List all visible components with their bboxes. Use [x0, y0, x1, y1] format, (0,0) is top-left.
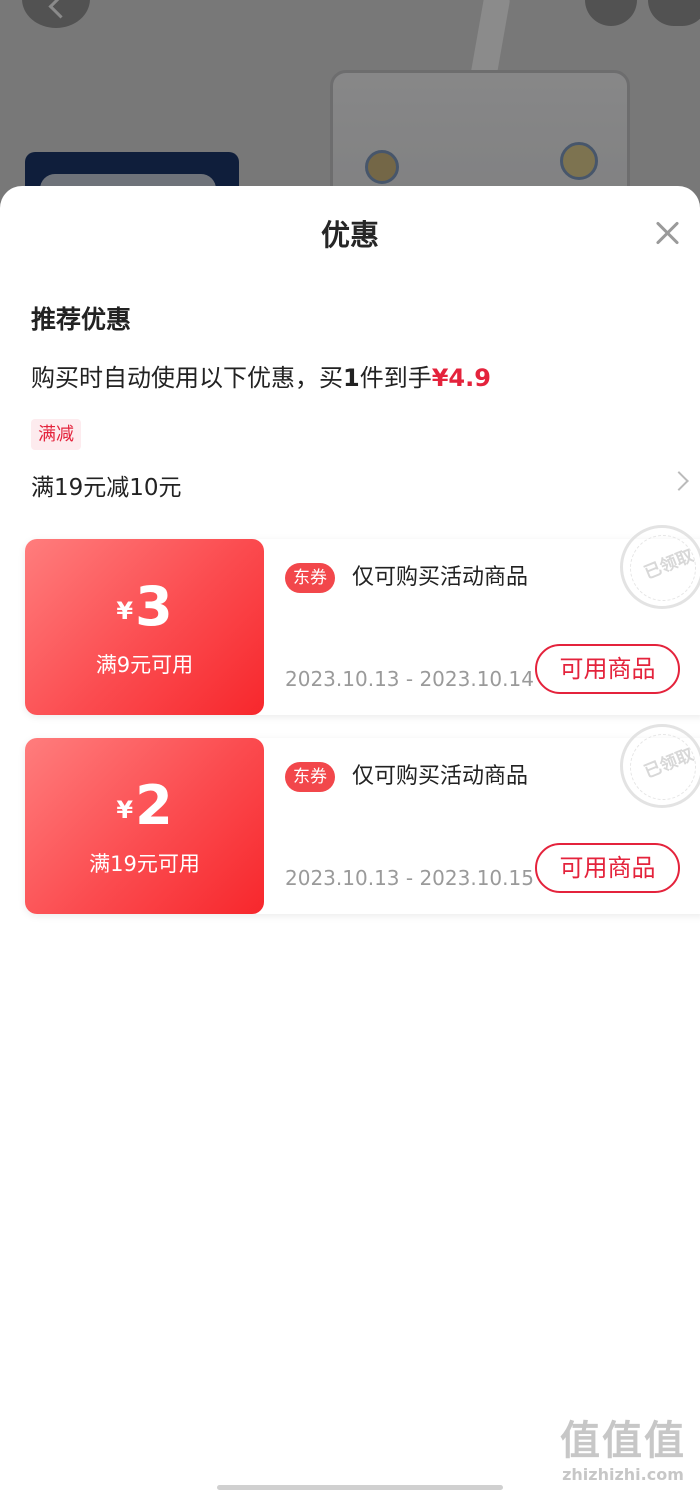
claimed-stamp-text: 已领取 — [641, 744, 697, 783]
auto-apply-qty: 1 — [343, 364, 360, 392]
available-products-button[interactable]: 可用商品 — [535, 843, 680, 893]
coupon-currency: ¥ — [116, 796, 134, 824]
discount-sheet: 优惠 推荐优惠 购买时自动使用以下优惠，买1件到手¥4.9 满减 满19元减10… — [0, 186, 700, 1496]
auto-apply-suffix: 件到手 — [359, 364, 432, 392]
claimed-stamp-icon: 已领取 — [620, 525, 700, 609]
promotion-tag: 满减 — [31, 419, 81, 450]
home-indicator[interactable] — [217, 1485, 503, 1490]
watermark-logo: 值值值 — [560, 1418, 686, 1464]
coupon-amount: ¥2 — [25, 776, 264, 836]
coupon-value-panel: ¥2 满19元可用 — [25, 738, 264, 914]
claimed-stamp-text: 已领取 — [641, 545, 697, 584]
coupon-description: 仅可购买活动商品 — [352, 764, 529, 789]
coupon-currency: ¥ — [116, 597, 134, 625]
chevron-right-icon[interactable] — [669, 471, 689, 491]
sheet-title: 优惠 — [320, 218, 379, 252]
coupon-validity-dates: 2023.10.13 - 2023.10.14 — [285, 667, 534, 691]
promotion-rule[interactable]: 满19元减10元 — [31, 468, 182, 502]
coupon-card[interactable]: ¥2 满19元可用 东券 仅可购买活动商品 2023.10.13 - 2023.… — [25, 724, 700, 914]
coupon-amount-value: 3 — [135, 575, 173, 638]
available-products-button[interactable]: 可用商品 — [535, 644, 680, 694]
auto-apply-prefix: 购买时自动使用以下优惠，买 — [31, 364, 343, 392]
site-watermark: 值值值 zhizhizhi.com — [548, 1418, 698, 1486]
coupon-amount: ¥3 — [25, 577, 264, 637]
watermark-url: zhizhizhi.com — [562, 1465, 684, 1484]
close-icon[interactable] — [652, 218, 682, 248]
auto-apply-summary: 购买时自动使用以下优惠，买1件到手¥4.9 — [31, 358, 491, 393]
coupon-type-badge: 东券 — [285, 762, 335, 792]
coupon-validity-dates: 2023.10.13 - 2023.10.15 — [285, 866, 534, 890]
coupon-type-badge: 东券 — [285, 563, 335, 593]
claimed-stamp-icon: 已领取 — [620, 724, 700, 808]
coupon-value-panel: ¥3 满9元可用 — [25, 539, 264, 715]
recommend-section-title: 推荐优惠 — [31, 305, 132, 334]
coupon-threshold: 满19元可用 — [89, 852, 200, 876]
coupon-card[interactable]: ¥3 满9元可用 东券 仅可购买活动商品 2023.10.13 - 2023.1… — [25, 525, 700, 715]
coupon-threshold: 满9元可用 — [95, 653, 194, 677]
coupon-description: 仅可购买活动商品 — [352, 565, 529, 590]
final-price: ¥4.9 — [431, 364, 491, 392]
coupon-amount-value: 2 — [135, 774, 173, 837]
